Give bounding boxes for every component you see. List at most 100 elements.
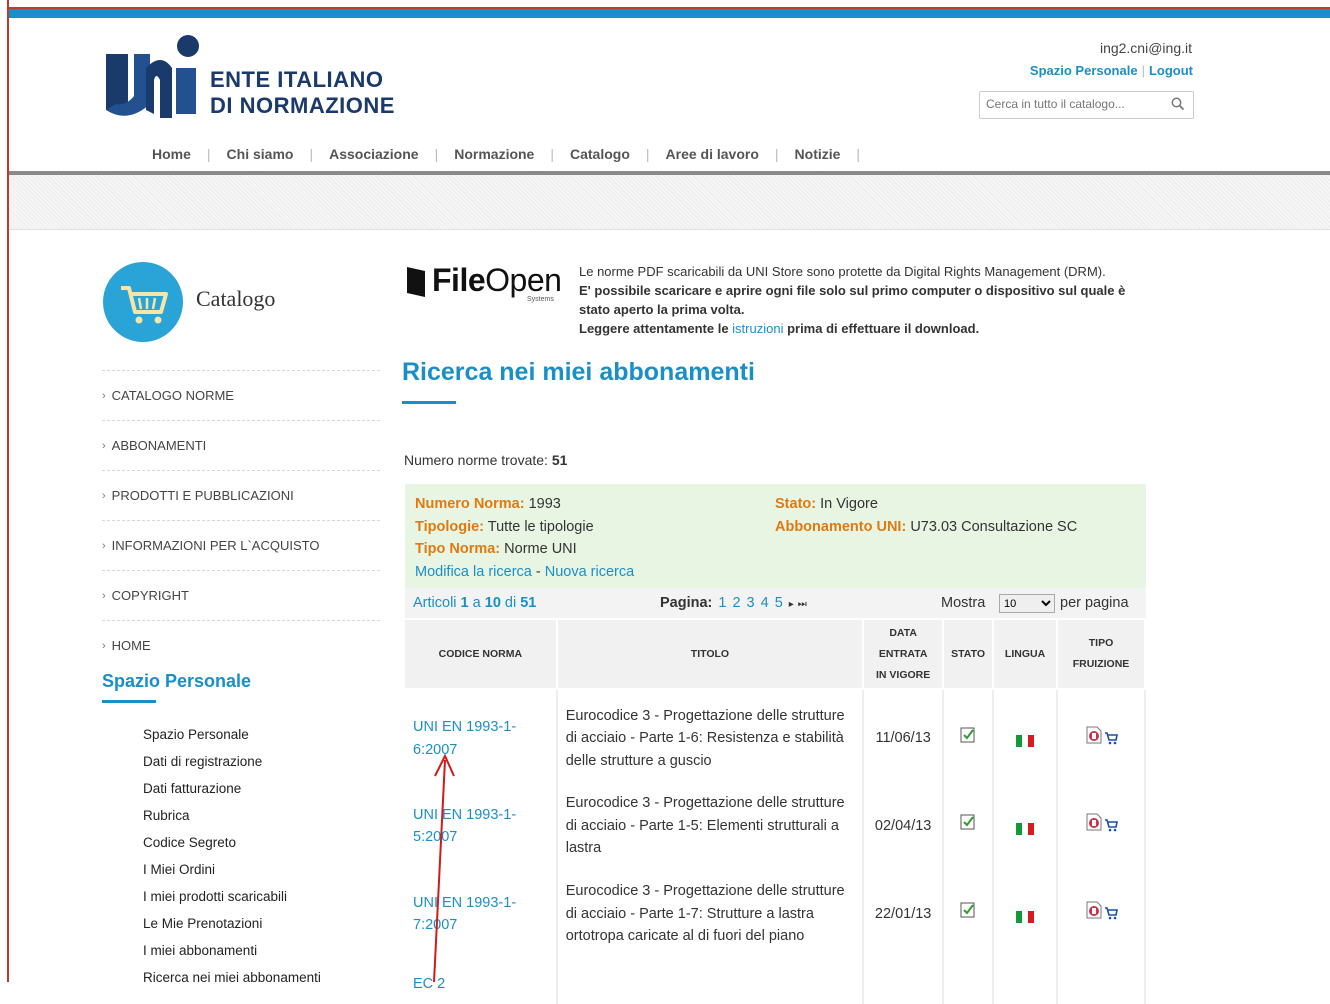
nav-home[interactable]: Home (152, 146, 191, 162)
personal-space-link[interactable]: Spazio Personale (1030, 63, 1138, 78)
logout-link[interactable]: Logout (1149, 63, 1193, 78)
per-page-select[interactable]: 10 (999, 594, 1055, 613)
header-titolo[interactable]: TITOLO (556, 620, 865, 689)
nav-normazione[interactable]: Normazione (454, 146, 534, 162)
cell-status (943, 963, 995, 1004)
articles-label: Articoli (413, 595, 461, 611)
personal-link-prenotazioni[interactable]: Le Mie Prenotazioni (143, 914, 321, 941)
chevron-right-icon: › (102, 589, 106, 602)
new-search-link[interactable]: Nuova ricerca (545, 564, 634, 580)
cell-title: Eurocodice 3 - Progettazione delle strut… (556, 787, 865, 864)
page-link-2[interactable]: 2 (732, 595, 740, 611)
separator: | (1141, 63, 1145, 78)
personal-link-registrazione[interactable]: Dati di registrazione (143, 752, 321, 779)
filter-right: Stato: In Vigore Abbonamento UNI: U73.03… (775, 493, 1077, 538)
frame-border (7, 0, 9, 982)
filter-tipo-label: Tipo Norma: (415, 541, 501, 557)
personal-link-fatturazione[interactable]: Dati fatturazione (143, 779, 321, 806)
top-bar (9, 9, 1330, 18)
articles-from: 1 (460, 595, 469, 611)
cell-code: UNI EN 1993-1-7:2007 (405, 863, 558, 964)
norm-code-link[interactable]: UNI EN 1993-1-7:2007 (413, 895, 516, 934)
cart-icon[interactable] (1104, 818, 1118, 832)
catalog-circle (103, 262, 183, 342)
personal-link-spazio[interactable]: Spazio Personale (143, 725, 321, 752)
drm-line-3-post: prima di effettuare il download. (783, 321, 980, 336)
sidebar-item-catalogo-norme[interactable]: › CATALOGO NORME (102, 370, 380, 420)
title-underline (402, 401, 456, 404)
filter-left: Numero Norma: 1993 Tipologie: Tutte le t… (415, 493, 634, 583)
personal-link-ordini[interactable]: I Miei Ordini (143, 860, 321, 887)
personal-space-list: Spazio Personale Dati di registrazione D… (143, 725, 321, 995)
fileopen-rest: Open (485, 262, 562, 298)
nav-chi-siamo[interactable]: Chi siamo (227, 146, 294, 162)
filter-numero-value: 1993 (524, 496, 561, 512)
header-codice[interactable]: CODICE NORMA (405, 620, 558, 689)
header-tipo[interactable]: TIPO FRUIZIONE (1057, 620, 1146, 689)
search-input[interactable] (980, 92, 1172, 116)
istruzioni-link[interactable]: istruzioni (732, 321, 783, 336)
personal-link-codice[interactable]: Codice Segreto (143, 833, 321, 860)
pdf-download-icon[interactable] (1084, 812, 1104, 832)
status-check-icon (960, 727, 975, 743)
results-count-value: 51 (551, 452, 568, 468)
uni-logo-icon[interactable] (106, 34, 202, 118)
sidebar-item-prodotti[interactable]: › PRODOTTI E PUBBLICAZIONI (102, 470, 380, 520)
drm-line-1: Le norme PDF scaricabili da UNI Store so… (579, 264, 1106, 279)
italian-flag-icon (1016, 732, 1035, 748)
header-data[interactable]: DATA ENTRATA IN VIGORE (863, 620, 945, 689)
cell-language (993, 787, 1059, 864)
filter-tipologie: Tipologie: Tutte le tipologie (415, 516, 634, 539)
chevron-right-icon: › (102, 389, 106, 402)
fileopen-logo: FileOpen (432, 262, 562, 299)
show-label: Mostra (941, 595, 986, 611)
last-page-icon[interactable]: ⏭ (798, 599, 807, 610)
nav-associazione[interactable]: Associazione (329, 146, 418, 162)
sidebar-item-home[interactable]: › HOME (102, 620, 380, 670)
page-link-4[interactable]: 4 (761, 595, 769, 611)
header-stato[interactable]: STATO (943, 620, 995, 689)
table-row: UNI EN 1993-1-7:2007 Eurocodice 3 - Prog… (405, 863, 1146, 964)
personal-link-abbonamenti[interactable]: I miei abbonamenti (143, 941, 321, 968)
nav-aree-di-lavoro[interactable]: Aree di lavoro (666, 146, 759, 162)
chevron-right-icon: › (102, 439, 106, 452)
norm-code-link[interactable]: UNI EN 1993-1-6:2007 (413, 719, 516, 758)
drm-line-3-pre: Leggere attentamente le (579, 321, 733, 336)
sidebar-item-informazioni[interactable]: › INFORMAZIONI PER L`ACQUISTO (102, 520, 380, 570)
personal-link-rubrica[interactable]: Rubrica (143, 806, 321, 833)
italian-flag-icon (1016, 908, 1035, 923)
nav-notizie[interactable]: Notizie (795, 146, 841, 162)
table-row: UNI EN 1993-1-5:2007 Eurocodice 3 - Prog… (405, 787, 1146, 864)
cart-icon[interactable] (1104, 906, 1118, 920)
drm-line-3: Leggere attentamente le istruzioni prima… (579, 319, 1159, 338)
sidebar-item-copyright[interactable]: › COPYRIGHT (102, 570, 380, 620)
cell-status (943, 787, 995, 864)
page-link-5[interactable]: 5 (775, 595, 783, 611)
articles-di: di (500, 595, 521, 611)
cart-icon[interactable] (1104, 731, 1118, 745)
nav-catalogo[interactable]: Catalogo (570, 146, 630, 162)
next-page-icon[interactable]: ▸ (789, 599, 794, 610)
header-data-line-2: ENTRATA (878, 647, 928, 660)
personal-space-title: Spazio Personale (102, 671, 252, 691)
chevron-right-icon: › (102, 489, 106, 502)
norm-code-link[interactable]: UNI EN 1993-1-5:2007 (413, 807, 516, 846)
cell-date: 22/01/13 (863, 863, 945, 964)
fileopen-systems: Systems (527, 296, 554, 303)
pdf-download-icon[interactable] (1084, 900, 1104, 920)
cell-fruition (1057, 963, 1146, 1004)
modify-search-link[interactable]: Modifica la ricerca (415, 564, 532, 580)
sidebar-item-abbonamenti[interactable]: › ABBONAMENTI (102, 420, 380, 470)
drm-notice: Le norme PDF scaricabili da UNI Store so… (579, 262, 1159, 338)
personal-link-scaricabili[interactable]: I miei prodotti scaricabili (143, 887, 321, 914)
search-icon[interactable] (1171, 97, 1185, 111)
filter-stato: Stato: In Vigore (775, 493, 1077, 516)
page-link-1[interactable]: 1 (718, 595, 726, 611)
pdf-download-icon[interactable] (1084, 725, 1104, 745)
norm-code-link[interactable]: EC 2 (413, 976, 445, 992)
sidebar-item-label: CATALOGO NORME (111, 388, 234, 403)
shopping-cart-icon (121, 286, 168, 324)
header-lingua[interactable]: LINGUA (993, 620, 1059, 689)
page-link-3[interactable]: 3 (747, 595, 755, 611)
per-page-label: per pagina (1060, 595, 1129, 611)
